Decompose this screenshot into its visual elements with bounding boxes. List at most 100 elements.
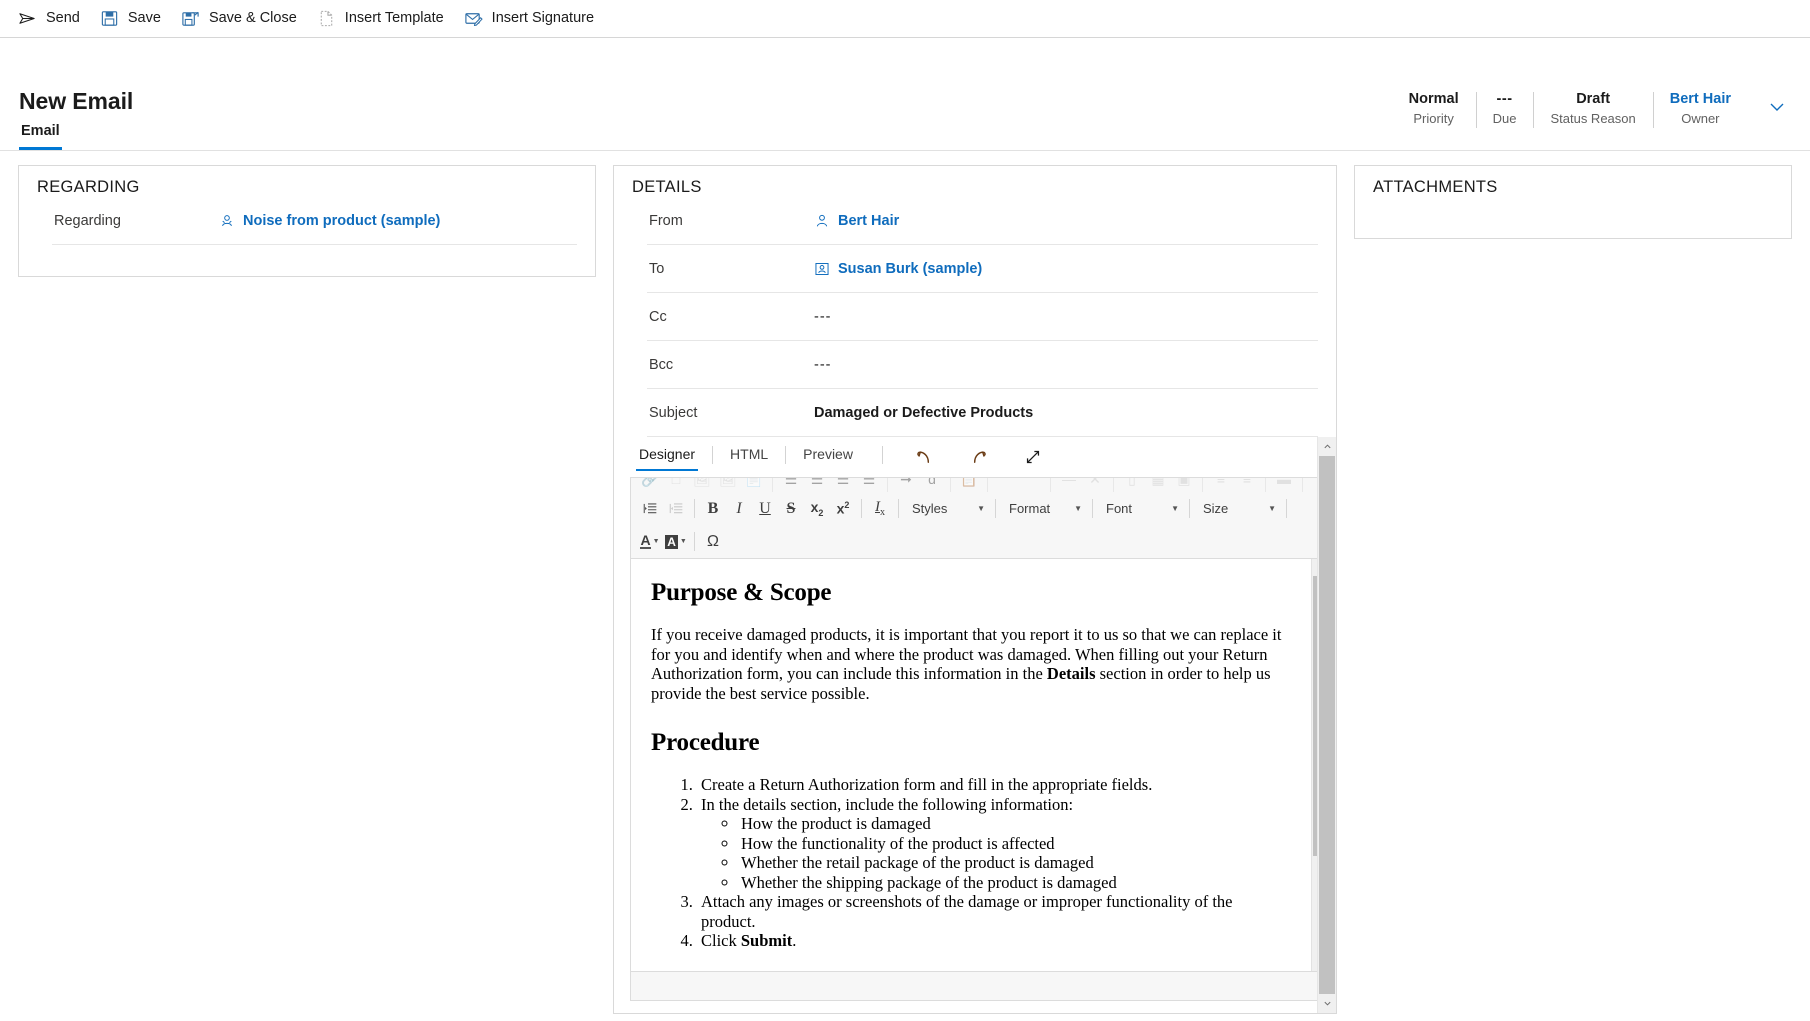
regarding-link[interactable]: Noise from product (sample) bbox=[243, 213, 440, 229]
flash-icon[interactable]: 🖼 bbox=[715, 478, 741, 492]
details-panel-scrollbar[interactable] bbox=[1317, 437, 1336, 1013]
regarding-field-row[interactable]: Regarding Noise from product (sample) bbox=[19, 197, 595, 244]
insert-template-button[interactable]: Insert Template bbox=[313, 0, 460, 38]
indent-decrease-icon-2[interactable] bbox=[663, 496, 689, 522]
toolbar-divider-main-6 bbox=[1189, 499, 1190, 518]
owner-value[interactable]: Bert Hair bbox=[1670, 90, 1731, 109]
panel-scroll-up-icon[interactable] bbox=[1318, 437, 1336, 456]
toolbar-divider-main-7 bbox=[1286, 499, 1287, 518]
bcc-field-row[interactable]: Bcc --- bbox=[614, 341, 1336, 388]
status-owner[interactable]: Bert Hair Owner bbox=[1653, 90, 1748, 128]
from-link[interactable]: Bert Hair bbox=[838, 213, 899, 229]
numbered-list-icon[interactable]: ≡ bbox=[1208, 478, 1234, 492]
underline-icon[interactable]: U bbox=[752, 496, 778, 522]
indent-decrease-icon[interactable]: ➞ bbox=[893, 478, 919, 492]
paste-text-icon[interactable]: 📋 bbox=[956, 478, 982, 492]
strikethrough-icon[interactable]: S bbox=[778, 496, 804, 522]
text-color-icon[interactable]: A ▼ bbox=[637, 529, 663, 555]
italic-icon[interactable]: I bbox=[726, 496, 752, 522]
to-field-value[interactable]: Susan Burk (sample) bbox=[814, 261, 1318, 277]
from-field-value[interactable]: Bert Hair bbox=[814, 213, 1318, 229]
cc-field-row[interactable]: Cc --- bbox=[614, 293, 1336, 340]
header-status-strip: Normal Priority --- Due Draft Status Rea… bbox=[1392, 90, 1790, 136]
list-item: Whether the shipping package of the prod… bbox=[739, 873, 1291, 893]
send-button[interactable]: Send bbox=[14, 0, 96, 38]
format-dropdown[interactable]: Format ▼ bbox=[1001, 497, 1087, 521]
chevron-down-icon bbox=[1767, 97, 1787, 117]
insert-signature-button[interactable]: Insert Signature bbox=[460, 0, 610, 38]
form-header: New Email Email Normal Priority --- Due … bbox=[0, 38, 1810, 151]
panel-scrollbar-track[interactable] bbox=[1318, 456, 1336, 994]
font-dropdown-label: Font bbox=[1106, 501, 1132, 516]
panel-scrollbar-thumb[interactable] bbox=[1319, 456, 1335, 994]
tab-preview[interactable]: Preview bbox=[800, 443, 856, 471]
regarding-field-value[interactable]: Noise from product (sample) bbox=[219, 213, 577, 229]
to-field-row[interactable]: To Susan Burk (sample) bbox=[614, 245, 1336, 292]
align-right-icon[interactable]: ☰ bbox=[830, 478, 856, 492]
font-dropdown[interactable]: Font ▼ bbox=[1098, 497, 1184, 521]
table-grid-icon[interactable]: ▦ bbox=[1145, 478, 1171, 492]
editor-content-area[interactable]: Purpose & Scope If you receive damaged p… bbox=[630, 558, 1329, 972]
styles-dropdown[interactable]: Styles ▼ bbox=[904, 497, 990, 521]
status-reason[interactable]: Draft Status Reason bbox=[1533, 90, 1652, 128]
toolbar-row-main: B I U S x2 x2 Ix Styles ▼ bbox=[631, 492, 1328, 525]
email-body-document[interactable]: Purpose & Scope If you receive damaged p… bbox=[631, 559, 1311, 971]
bcc-field-value[interactable]: --- bbox=[814, 357, 1318, 373]
subscript-icon[interactable]: x2 bbox=[804, 496, 830, 522]
tab-html[interactable]: HTML bbox=[727, 443, 771, 471]
size-dropdown[interactable]: Size ▼ bbox=[1195, 497, 1281, 521]
to-link[interactable]: Susan Burk (sample) bbox=[838, 261, 982, 277]
toolbar-divider-c bbox=[950, 478, 951, 492]
toolbar-divider-a bbox=[772, 478, 773, 492]
save-button[interactable]: Save bbox=[96, 0, 177, 38]
tab-designer[interactable]: Designer bbox=[636, 443, 698, 471]
subject-field-row[interactable]: Subject Damaged or Defective Products bbox=[614, 389, 1336, 436]
from-field-row[interactable]: From Bert Hair bbox=[614, 197, 1336, 244]
link-icon[interactable]: 🔗 bbox=[637, 478, 663, 492]
status-priority[interactable]: Normal Priority bbox=[1392, 90, 1476, 128]
image-icon[interactable]: 🖼 bbox=[689, 478, 715, 492]
details-panel-title: DETAILS bbox=[614, 166, 1336, 197]
unlink-icon[interactable]: □ bbox=[663, 478, 689, 492]
editor-mode-tabs: Designer HTML Preview bbox=[614, 437, 1335, 477]
header-expand-button[interactable] bbox=[1764, 94, 1790, 120]
background-color-icon[interactable]: A ▼ bbox=[663, 529, 689, 555]
superscript-icon[interactable]: x2 bbox=[830, 496, 856, 522]
align-left-icon[interactable]: ☰ bbox=[778, 478, 804, 492]
toolbar-divider-h bbox=[1265, 478, 1266, 492]
subject-field-value[interactable]: Damaged or Defective Products bbox=[814, 405, 1318, 421]
indent-increase-icon[interactable] bbox=[637, 496, 663, 522]
insert-signature-label: Insert Signature bbox=[492, 11, 594, 26]
form-body: REGARDING Regarding Noise from product (… bbox=[0, 151, 1810, 1020]
page-break-icon[interactable]: ▯ bbox=[1119, 478, 1145, 492]
justify-icon[interactable]: ☰ bbox=[856, 478, 882, 492]
box-icon[interactable]: ▬ bbox=[1271, 478, 1297, 492]
special-character-icon[interactable]: Ω bbox=[700, 529, 726, 555]
bcc-value: --- bbox=[814, 357, 832, 373]
cc-value: --- bbox=[814, 309, 832, 325]
quote-open-icon[interactable]: “ bbox=[993, 478, 1019, 492]
expand-editor-button[interactable] bbox=[1017, 444, 1049, 470]
due-value: --- bbox=[1497, 90, 1513, 109]
size-dropdown-label: Size bbox=[1203, 501, 1228, 516]
panel-scroll-down-icon[interactable] bbox=[1318, 994, 1336, 1013]
table-icon[interactable]: 📄 bbox=[741, 478, 767, 492]
redo-button[interactable] bbox=[963, 444, 995, 470]
horizontal-rule-icon[interactable]: — bbox=[1056, 478, 1082, 492]
regarding-panel-title: REGARDING bbox=[19, 166, 595, 197]
bullet-list-icon[interactable]: ≡ bbox=[1234, 478, 1260, 492]
align-center-icon[interactable]: ☰ bbox=[804, 478, 830, 492]
anchor-icon[interactable]: ▣ bbox=[1171, 478, 1197, 492]
save-label: Save bbox=[128, 11, 161, 26]
remove-format-icon[interactable]: ✕ bbox=[1082, 478, 1108, 492]
undo-button[interactable] bbox=[909, 444, 941, 470]
save-and-close-button[interactable]: Save & Close bbox=[177, 0, 313, 38]
regarding-field-label: Regarding bbox=[54, 213, 219, 229]
status-due[interactable]: --- Due bbox=[1476, 90, 1534, 128]
quote-close-icon[interactable]: ” bbox=[1019, 478, 1045, 492]
remove-format-icon-2[interactable]: Ix bbox=[867, 496, 893, 522]
bold-icon[interactable]: B bbox=[700, 496, 726, 522]
tab-email[interactable]: Email bbox=[19, 117, 62, 150]
paste-word-icon[interactable]: d bbox=[919, 478, 945, 492]
cc-field-value[interactable]: --- bbox=[814, 309, 1318, 325]
